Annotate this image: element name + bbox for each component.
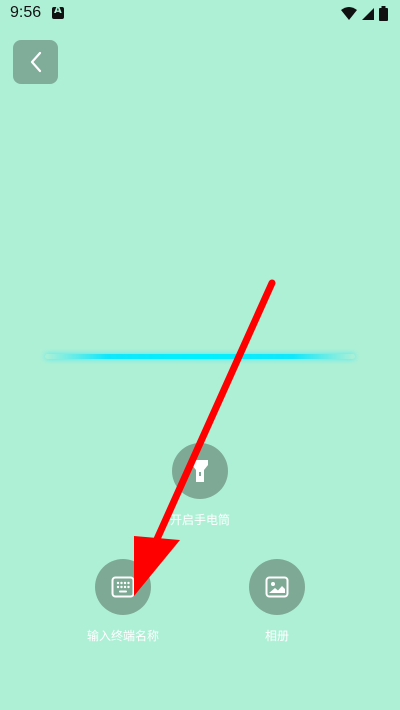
flashlight-icon xyxy=(192,460,208,482)
status-bar: 9:56 xyxy=(0,0,400,28)
keypad-icon xyxy=(111,576,135,598)
back-button[interactable] xyxy=(13,40,58,84)
chevron-left-icon xyxy=(30,51,41,73)
album-button[interactable] xyxy=(249,559,305,615)
status-icons xyxy=(341,6,388,21)
flashlight-label[interactable]: 开启手电筒 xyxy=(160,511,240,528)
scan-line xyxy=(45,354,355,359)
status-time: 9:56 xyxy=(10,4,42,21)
signal-icon xyxy=(362,7,374,20)
album-label[interactable]: 相册 xyxy=(247,627,307,644)
notification-a-icon xyxy=(52,5,64,19)
battery-icon xyxy=(379,6,388,21)
wifi-icon xyxy=(341,6,357,20)
image-icon xyxy=(265,576,289,598)
enter-terminal-label[interactable]: 输入终端名称 xyxy=(68,627,178,644)
enter-terminal-button[interactable] xyxy=(95,559,151,615)
flashlight-button[interactable] xyxy=(172,443,228,499)
